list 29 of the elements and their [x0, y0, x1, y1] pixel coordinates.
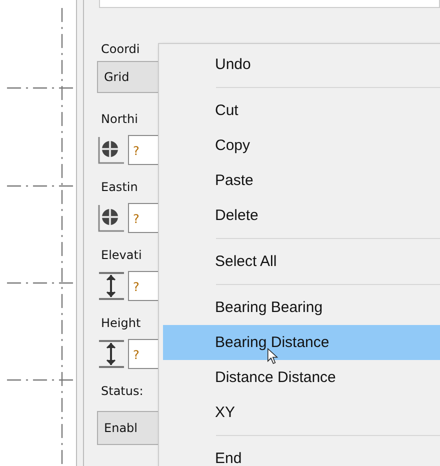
target-icon[interactable] [97, 135, 125, 165]
value-field[interactable]: ? [128, 339, 161, 369]
target-icon[interactable] [97, 203, 125, 233]
field-label: Northi [101, 111, 139, 128]
coordinate-dropdown[interactable]: Grid [97, 61, 161, 93]
menu-item[interactable]: Cut [159, 93, 440, 128]
menu-item[interactable]: Undo [159, 47, 440, 82]
value-field[interactable]: ? [128, 203, 161, 233]
enable-button[interactable]: Enabl [97, 411, 161, 445]
menu-item[interactable]: XY [159, 395, 440, 430]
field-label: Eastin [101, 179, 139, 196]
field-label: Coordi [101, 41, 141, 58]
cursor-icon [267, 348, 278, 365]
height-icon[interactable] [97, 271, 125, 301]
value-field[interactable]: ? [128, 271, 161, 301]
menu-item[interactable]: Copy [159, 128, 440, 163]
field-label: Status: [101, 383, 144, 400]
text-field[interactable] [99, 0, 440, 8]
menu-item[interactable]: Distance Distance [159, 360, 440, 395]
field-label: Height [101, 315, 142, 332]
menu-item[interactable]: Delete [159, 198, 440, 233]
field-label: Elevati [101, 247, 143, 264]
height-icon[interactable] [97, 339, 125, 369]
menu-item[interactable]: Bearing Bearing [159, 290, 440, 325]
menu-item[interactable]: Paste [159, 163, 440, 198]
menu-item[interactable]: End [159, 441, 440, 466]
menu-item[interactable]: Bearing Distance [163, 325, 440, 360]
menu-item[interactable]: Select All [159, 244, 440, 279]
value-field[interactable]: ? [128, 135, 161, 165]
